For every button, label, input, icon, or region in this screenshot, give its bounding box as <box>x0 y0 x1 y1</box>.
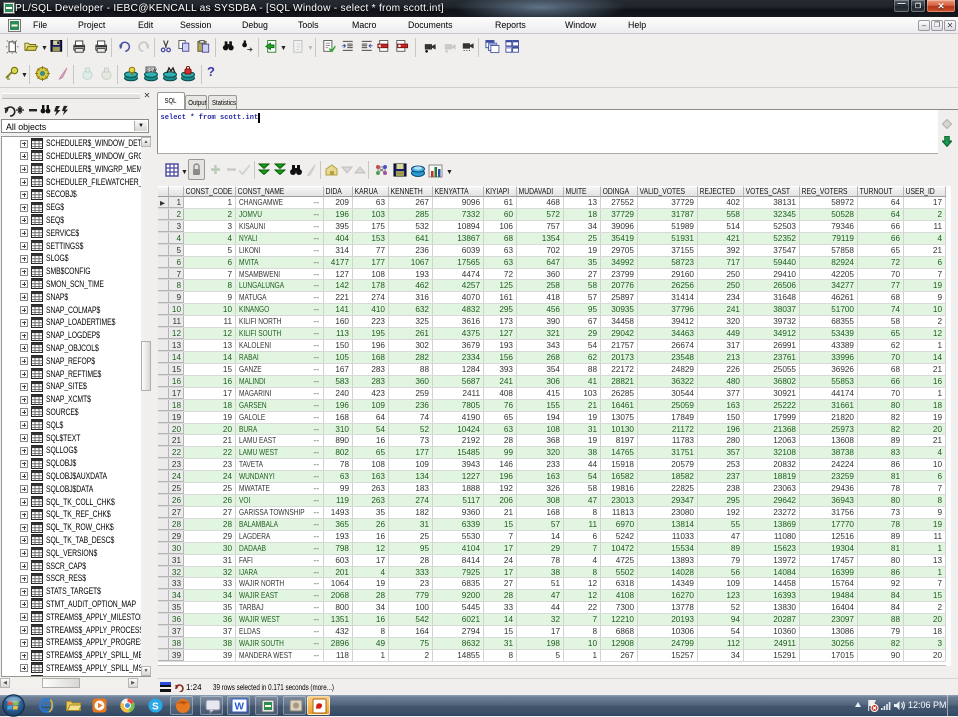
svg-text:PSW: PSW <box>147 68 158 73</box>
svg-text:S: S <box>152 702 159 713</box>
svg-text:W: W <box>235 702 245 713</box>
